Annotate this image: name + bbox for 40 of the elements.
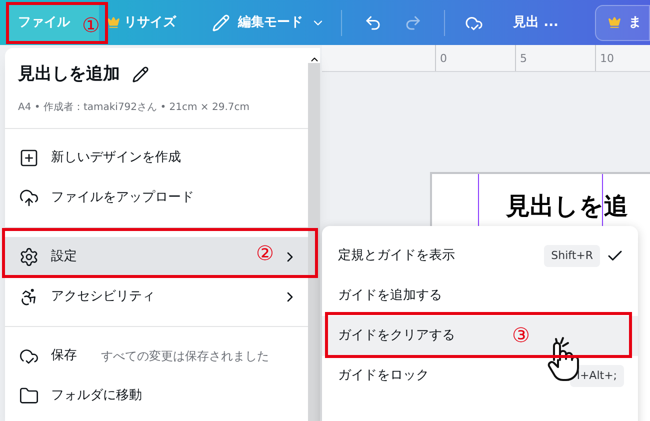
crown-icon [107, 16, 120, 29]
ruler-label: 5 [520, 52, 527, 65]
cloud-upload-icon [19, 188, 39, 208]
settings-icon [19, 246, 39, 266]
step-number: ① [82, 15, 100, 35]
premium-button[interactable]: ま [594, 4, 650, 40]
submenu-item[interactable]: ガイドを追加する [322, 276, 638, 316]
submenu-item-label: ガイドを追加する [338, 287, 442, 306]
submenu-item[interactable]: 定規とガイドを表示 Shift+R [322, 236, 638, 276]
menu-item[interactable]: アクセシビリティ [5, 276, 308, 316]
menu-item-label: 設定 [51, 248, 77, 266]
scrollbar[interactable] [308, 48, 320, 421]
ruler-label: 0 [440, 52, 447, 65]
ruler-label: 10 [600, 52, 614, 65]
design-info: A4 • 作成者：tamaki792さん • 21cm × 29.7cm [17, 100, 250, 114]
folder-icon [19, 386, 39, 406]
add-design-icon [19, 148, 39, 168]
menu-item-label: アクセシビリティ [51, 288, 155, 306]
menu-item-label: フォルダに移動 [51, 386, 142, 405]
submenu-item-label: 定規とガイドを表示 [338, 247, 455, 266]
step-number: ③ [512, 325, 530, 345]
crown-icon [608, 16, 620, 29]
heading-text: 見出しを追 [506, 194, 628, 218]
menu-item[interactable]: フォルダに移動 [5, 376, 308, 416]
menu-item[interactable]: 新しいデザインを作成 [5, 138, 308, 178]
shortcut-key: l+Alt+; [570, 364, 624, 388]
menu-item[interactable]: ファイルをアップロード [5, 178, 308, 218]
menu-item-label: 新しいデザインを作成 [51, 148, 181, 167]
design-title[interactable]: 見出 ... [513, 12, 558, 32]
step-number: ② [256, 243, 274, 263]
menu-item-label: 保存 [51, 346, 77, 365]
menu-item-label: ファイルをアップロード [51, 188, 194, 207]
submenu-item-label: ガイドをクリアする [338, 327, 455, 346]
save-status: すべての変更は保存されました [101, 348, 269, 364]
menu-item[interactable]: 保存 すべての変更は保存されました [5, 336, 308, 376]
design-title[interactable]: 見出しを追加 [18, 62, 120, 88]
pencil-icon[interactable] [132, 66, 149, 84]
shortcut-key: Shift+R [544, 244, 600, 268]
pencil-icon [212, 14, 230, 32]
submenu-item-label: ガイドをロック [338, 367, 429, 386]
